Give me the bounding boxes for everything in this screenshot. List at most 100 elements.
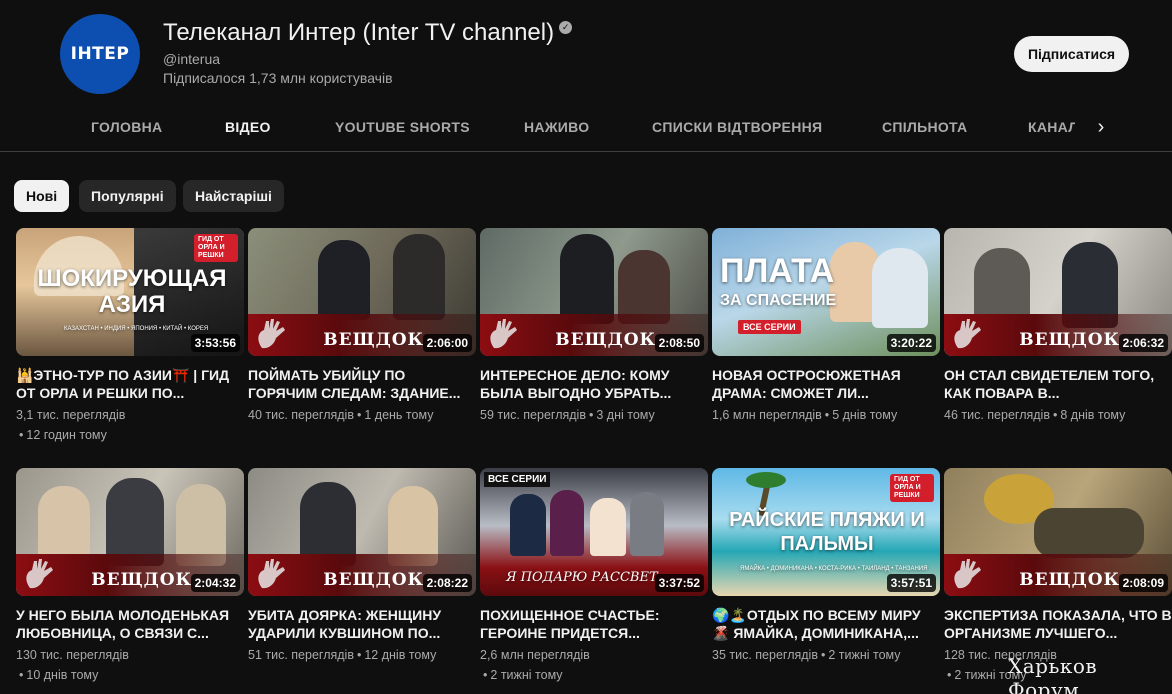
video-thumbnail[interactable]: РАЙСКИЕ ПЛЯЖИ И ПАЛЬМЫ ЯМАЙКА • ДОМИНИКА… <box>712 468 940 596</box>
video-title[interactable]: ПОЙМАТЬ УБИЙЦУ ПО ГОРЯЧИМ СЛЕДАМ: ЗДАНИЕ… <box>248 366 476 402</box>
palm-leaves <box>746 472 786 488</box>
thumb-person <box>618 250 670 324</box>
video-title[interactable]: У НЕГО БЫЛА МОЛОДЕНЬКАЯ ЛЮБОВНИЦА, О СВЯ… <box>16 606 244 642</box>
view-count: 130 тис. переглядів <box>16 648 129 662</box>
video-meta: 46 тис. переглядів • 8 днів тому <box>944 405 1172 425</box>
video-title[interactable]: ИНТЕРЕСНОЕ ДЕЛО: КОМУ БЫЛА ВЫГОДНО УБРАТ… <box>480 366 708 402</box>
channel-avatar[interactable]: ІНТЕР <box>60 14 140 94</box>
video-thumbnail[interactable]: ВЕЩДОК 2:08:50 <box>480 228 708 356</box>
handprint-icon <box>954 559 981 589</box>
thumb-person <box>106 478 164 566</box>
video-title[interactable]: НОВАЯ ОСТРОСЮЖЕТНАЯ ДРАМА: СМОЖЕТ ЛИ... <box>712 366 940 402</box>
video-thumbnail[interactable]: ВЕЩДОК 2:04:32 <box>16 468 244 596</box>
channel-title-text: Телеканал Интер (Inter TV channel) <box>163 19 555 46</box>
thumb-badge: ВСЕ СЕРИИ <box>738 320 801 334</box>
subscribe-button[interactable]: Підписатися <box>1014 36 1129 72</box>
tab-community[interactable]: СПІЛЬНОТА <box>882 104 967 151</box>
upload-age: 12 днів тому <box>364 648 437 662</box>
tab-shorts[interactable]: YOUTUBE SHORTS <box>335 104 470 151</box>
thumb-title: ШОКИРУЮЩАЯ АЗИЯ <box>37 265 227 318</box>
upload-age: 10 днів тому <box>26 668 99 682</box>
meta-separator: • <box>483 668 488 682</box>
handprint-icon <box>26 559 53 589</box>
view-count: 3,1 тис. переглядів <box>16 408 126 422</box>
avatar-logo-text: ІНТЕР <box>70 44 130 64</box>
thumb-person <box>872 248 928 328</box>
video-card[interactable]: ВЕЩДОК 2:08:09 ЭКСПЕРТИЗА ПОКАЗАЛА, ЧТО … <box>944 468 1172 685</box>
video-thumbnail[interactable]: ВЕЩДОК 2:06:32 <box>944 228 1172 356</box>
video-title[interactable]: ОН СТАЛ СВИДЕТЕЛЕМ ТОГО, КАК ПОВАРА В... <box>944 366 1172 402</box>
meta-separator: • <box>356 408 362 422</box>
thumb-title: ПЛАТА <box>720 252 835 290</box>
chip-newest[interactable]: Нові <box>14 180 70 212</box>
view-count: 40 тис. переглядів <box>248 408 354 422</box>
tab-channels[interactable]: КАНАЛИ <box>1028 104 1075 151</box>
video-thumbnail[interactable]: ВСЕ СЕРИИ Я ПОДАРЮ РАССВЕТ 3:37:52 <box>480 468 708 596</box>
view-count: 2,6 млн переглядів <box>480 648 590 662</box>
thumb-title: ВЕЩДОК <box>323 570 424 590</box>
tab-videos[interactable]: ВІДЕО <box>225 104 271 151</box>
video-duration: 2:06:00 <box>422 334 472 352</box>
video-title[interactable]: УБИТА ДОЯРКА: ЖЕНЩИНУ УДАРИЛИ КУВШИНОМ П… <box>248 606 476 642</box>
chevron-right-icon[interactable]: › <box>1090 116 1112 138</box>
meta-separator: • <box>824 408 830 422</box>
video-duration: 2:04:32 <box>190 574 240 592</box>
video-duration: 2:08:22 <box>422 574 472 592</box>
video-duration: 2:08:50 <box>654 334 704 352</box>
tab-home[interactable]: ГОЛОВНА <box>91 104 162 151</box>
video-card[interactable]: ВЕЩДОК 2:08:22 УБИТА ДОЯРКА: ЖЕНЩИНУ УДА… <box>248 468 476 665</box>
video-card[interactable]: ВЕЩДОК 2:06:32 ОН СТАЛ СВИДЕТЕЛЕМ ТОГО, … <box>944 228 1172 425</box>
video-card[interactable]: ВЕЩДОК 2:08:50 ИНТЕРЕСНОЕ ДЕЛО: КОМУ БЫЛ… <box>480 228 708 425</box>
video-thumbnail[interactable]: ВЕЩДОК 2:06:00 <box>248 228 476 356</box>
video-card[interactable]: ВЕЩДОК 2:04:32 У НЕГО БЫЛА МОЛОДЕНЬКАЯ Л… <box>16 468 244 685</box>
video-meta: 2,6 млн переглядів • 2 тижні тому <box>480 645 708 685</box>
upload-age: 8 днів тому <box>1060 408 1126 422</box>
channel-handle[interactable]: @interua <box>163 51 220 67</box>
video-card[interactable]: РАЙСКИЕ ПЛЯЖИ И ПАЛЬМЫ ЯМАЙКА • ДОМИНИКА… <box>712 468 940 665</box>
handprint-icon <box>258 319 285 349</box>
thumb-title: ВЕЩДОК <box>1019 570 1120 590</box>
thumb-title: ВЕЩДОК <box>323 330 424 350</box>
video-thumbnail[interactable]: ВЕЩДОК 2:08:22 <box>248 468 476 596</box>
video-title[interactable]: 🕌ЭТНО-ТУР ПО АЗИИ⛩️ | ГИД ОТ ОРЛА И РЕШК… <box>16 366 244 402</box>
video-thumbnail[interactable]: ШОКИРУЮЩАЯ АЗИЯ КАЗАХСТАН • ИНДИЯ • ЯПОН… <box>16 228 244 356</box>
meta-separator: • <box>19 668 24 682</box>
meta-separator: • <box>356 648 362 662</box>
thumb-person <box>590 498 626 556</box>
thumb-person <box>393 234 445 320</box>
video-title[interactable]: ЭКСПЕРТИЗА ПОКАЗАЛА, ЧТО В ОРГАНИЗМЕ ЛУЧ… <box>944 606 1172 642</box>
video-thumbnail[interactable]: ВЕЩДОК 2:08:09 <box>944 468 1172 596</box>
upload-age: 3 дні тому <box>596 408 655 422</box>
chip-popular[interactable]: Популярні <box>79 180 176 212</box>
upload-age: 5 днів тому <box>832 408 898 422</box>
video-meta: 3,1 тис. переглядів • 12 годин тому <box>16 405 244 445</box>
upload-age: 2 тижні тому <box>490 668 563 682</box>
video-meta: 59 тис. переглядів • 3 дні тому <box>480 405 708 425</box>
video-meta: 1,6 млн переглядів • 5 днів тому <box>712 405 940 425</box>
video-card[interactable]: ШОКИРУЮЩАЯ АЗИЯ КАЗАХСТАН • ИНДИЯ • ЯПОН… <box>16 228 244 445</box>
verified-check-icon: ✓ <box>559 20 573 34</box>
video-card[interactable]: ВЕЩДОК 2:06:00 ПОЙМАТЬ УБИЙЦУ ПО ГОРЯЧИМ… <box>248 228 476 425</box>
tab-playlists[interactable]: СПИСКИ ВІДТВОРЕННЯ <box>652 104 822 151</box>
chip-oldest[interactable]: Найстаріші <box>183 180 284 212</box>
thumb-title: ВЕЩДОК <box>1019 330 1120 350</box>
upload-age: 1 день тому <box>364 408 434 422</box>
video-card[interactable]: ВСЕ СЕРИИ Я ПОДАРЮ РАССВЕТ 3:37:52 ПОХИЩ… <box>480 468 708 685</box>
video-card[interactable]: ПЛАТА ЗА СПАСЕНИЕ ВСЕ СЕРИИ 3:20:22 НОВА… <box>712 228 940 425</box>
thumb-badge: ГИД ОТ ОРЛА И РЕШКИ <box>194 234 238 262</box>
view-count: 46 тис. переглядів <box>944 408 1050 422</box>
video-meta: 35 тис. переглядів • 2 тижні тому <box>712 645 940 665</box>
handprint-icon <box>490 319 517 349</box>
video-title[interactable]: 🌍🏝️ОТДЫХ ПО ВСЕМУ МИРУ 🌋 ЯМАЙКА, ДОМИНИК… <box>712 606 940 642</box>
thumb-person <box>550 490 584 556</box>
thumb-badge: ГИД ОТ ОРЛА И РЕШКИ <box>890 474 934 502</box>
video-duration: 2:08:09 <box>1118 574 1168 592</box>
tab-live[interactable]: НАЖИВО <box>524 104 589 151</box>
tabs-scroll-area: ГОЛОВНА ВІДЕО YOUTUBE SHORTS НАЖИВО СПИС… <box>0 104 1075 151</box>
meta-separator: • <box>588 408 594 422</box>
video-title[interactable]: ПОХИЩЕННОЕ СЧАСТЬЕ: ГЕРОИНЕ ПРИДЕТСЯ... <box>480 606 708 642</box>
video-thumbnail[interactable]: ПЛАТА ЗА СПАСЕНИЕ ВСЕ СЕРИИ 3:20:22 <box>712 228 940 356</box>
handprint-icon <box>954 319 981 349</box>
subscriber-count: Підписалося 1,73 млн користувачів <box>163 70 393 86</box>
view-count: 59 тис. переглядів <box>480 408 586 422</box>
